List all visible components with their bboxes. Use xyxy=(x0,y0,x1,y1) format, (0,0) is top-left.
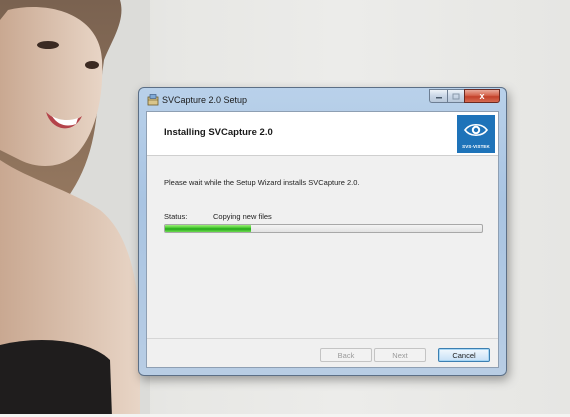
status-value: Copying new files xyxy=(213,212,272,221)
eye-logo-icon xyxy=(464,123,488,137)
maximize-button[interactable] xyxy=(447,89,464,103)
maximize-icon xyxy=(452,93,460,99)
install-progress-bar xyxy=(164,224,483,233)
page-title: Installing SVCapture 2.0 xyxy=(164,127,273,138)
status-label: Status: xyxy=(164,212,188,221)
close-button[interactable]: x xyxy=(464,89,500,103)
window-title: SVCapture 2.0 Setup xyxy=(162,95,248,105)
logo-text: SVS-VISTEK xyxy=(462,144,490,149)
minimize-icon xyxy=(435,97,442,99)
svs-vistek-logo: SVS-VISTEK xyxy=(457,115,495,153)
progress-fill xyxy=(165,225,251,232)
background-photo xyxy=(0,0,150,417)
close-icon: x xyxy=(479,90,485,101)
installer-app-icon xyxy=(147,94,159,106)
cancel-button[interactable]: Cancel xyxy=(438,348,490,362)
minimize-button[interactable] xyxy=(429,89,447,103)
button-bar-separator xyxy=(147,338,498,339)
back-button[interactable]: Back xyxy=(320,348,372,362)
title-bar[interactable]: SVCapture 2.0 Setup x xyxy=(139,88,506,110)
setup-window[interactable]: SVCapture 2.0 Setup x Installing SVCaptu… xyxy=(138,87,507,376)
install-message: Please wait while the Setup Wizard insta… xyxy=(164,178,360,187)
dialog-client-area: Installing SVCapture 2.0 SVS-VISTEK Plea… xyxy=(146,111,499,368)
header-banner: Installing SVCapture 2.0 SVS-VISTEK xyxy=(147,112,498,156)
next-button[interactable]: Next xyxy=(374,348,426,362)
caption-buttons: x xyxy=(429,89,500,104)
desktop-background: SVCapture 2.0 Setup x Installing SVCaptu… xyxy=(0,0,570,417)
